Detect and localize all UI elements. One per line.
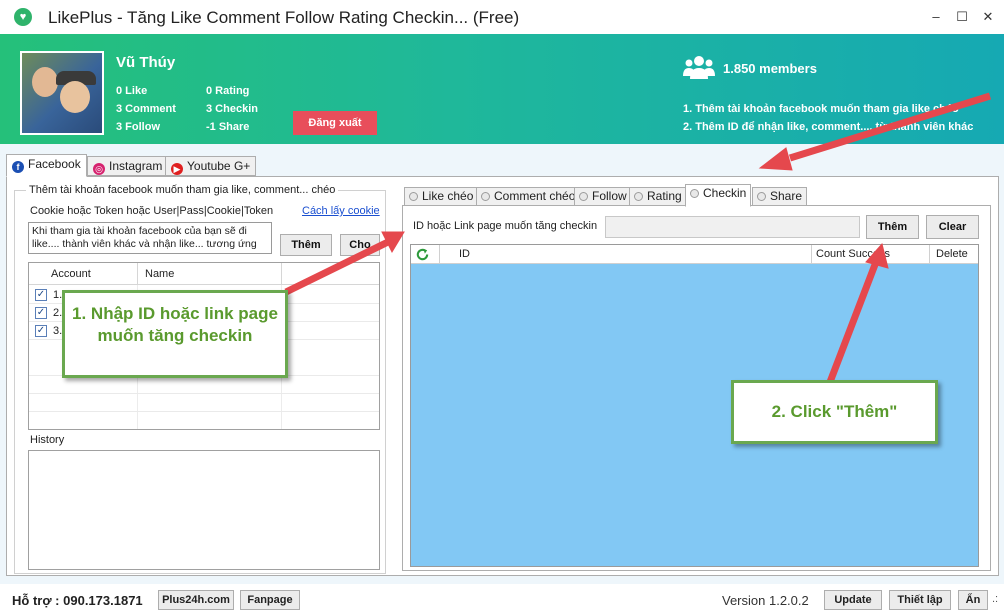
fanpage-button[interactable]: Fanpage bbox=[240, 590, 300, 610]
app-logo-icon: ♥ bbox=[14, 8, 32, 26]
history-label: History bbox=[30, 434, 65, 446]
share-count: -1 Share bbox=[206, 121, 250, 133]
checkin-count: 3 Checkin bbox=[206, 103, 258, 115]
row-checkbox[interactable]: ✓ bbox=[35, 289, 47, 301]
tab-facebook[interactable]: f Facebook bbox=[6, 154, 87, 177]
checkin-field-label: ID hoặc Link page muốn tăng checkin bbox=[413, 220, 598, 232]
close-button[interactable]: ✕ bbox=[976, 6, 1000, 28]
version-label: Version 1.2.0.2 bbox=[722, 593, 809, 608]
howto-cookie-link[interactable]: Cách lấy cookie bbox=[302, 205, 380, 217]
user-name: Vũ Thúy bbox=[116, 54, 176, 71]
youtube-icon: ▶ bbox=[171, 163, 183, 175]
rating-count: 0 Rating bbox=[206, 85, 250, 97]
tab-share[interactable]: Share bbox=[752, 187, 808, 206]
callout-step-2: 2. Click "Thêm" bbox=[731, 380, 938, 444]
banner-note-1: 1. Thêm tài khoản facebook muốn tham gia… bbox=[683, 103, 959, 115]
members-icon bbox=[683, 56, 715, 79]
tab-like-cheo[interactable]: Like chéo bbox=[404, 187, 479, 206]
add-checkin-button[interactable]: Thêm bbox=[866, 215, 919, 239]
hide-button[interactable]: Ẩn bbox=[958, 590, 988, 610]
row-checkbox[interactable]: ✓ bbox=[35, 325, 47, 337]
tab-checkin[interactable]: Checkin bbox=[685, 184, 752, 207]
cookie-token-input[interactable]: Khi tham gia tài khoản facebook của bạn … bbox=[28, 222, 272, 254]
logout-button[interactable]: Đăng xuất bbox=[293, 111, 377, 135]
row-checkbox[interactable]: ✓ bbox=[35, 307, 47, 319]
row-account: 3. bbox=[53, 325, 63, 337]
support-phone: Hỗ trợ : 090.173.1871 bbox=[12, 593, 143, 608]
tab-rating[interactable]: Rating bbox=[629, 187, 687, 206]
title-bar: ♥ LikePlus - Tăng Like Comment Follow Ra… bbox=[0, 0, 1004, 34]
minimize-button[interactable]: – bbox=[924, 6, 948, 28]
profile-banner: Vũ Thúy 0 Like 0 Rating 3 Comment 3 Chec… bbox=[0, 34, 1004, 144]
update-button[interactable]: Update bbox=[824, 590, 882, 610]
banner-note-2: 2. Thêm ID để nhận like, comment.... từ … bbox=[683, 121, 974, 133]
row-account: 1. bbox=[53, 289, 63, 301]
column-count-success: Count Success bbox=[816, 248, 890, 260]
facebook-icon: f bbox=[12, 161, 24, 173]
column-account: Account bbox=[51, 268, 91, 280]
clear-button[interactable]: Clear bbox=[926, 215, 979, 239]
resize-grip[interactable]: .: bbox=[992, 593, 998, 605]
row-account: 2. bbox=[53, 307, 63, 319]
refresh-icon[interactable] bbox=[415, 247, 430, 262]
add-account-button[interactable]: Thêm bbox=[280, 234, 332, 256]
instagram-icon: ◎ bbox=[93, 163, 105, 175]
account-group-title: Thêm tài khoản facebook muốn tham gia li… bbox=[26, 184, 339, 196]
settings-button[interactable]: Thiết lập bbox=[889, 590, 951, 610]
comment-count: 3 Comment bbox=[116, 103, 176, 115]
column-name: Name bbox=[145, 268, 175, 280]
column-id: ID bbox=[459, 248, 470, 260]
website-button[interactable]: Plus24h.com bbox=[158, 590, 234, 610]
tab-youtube-label: Youtube G+ bbox=[187, 159, 251, 173]
avatar bbox=[20, 51, 104, 135]
callout-step-1: 1. Nhập ID hoặc link page muốn tăng chec… bbox=[62, 290, 288, 378]
like-count: 0 Like bbox=[116, 85, 148, 97]
column-delete: Delete bbox=[936, 248, 968, 260]
members-count: 1.850 members bbox=[723, 61, 817, 76]
history-log[interactable] bbox=[28, 450, 380, 570]
tab-instagram-label: Instagram bbox=[109, 159, 163, 173]
cookie-field-label: Cookie hoặc Token hoặc User|Pass|Cookie|… bbox=[30, 205, 274, 217]
checkin-id-input[interactable] bbox=[605, 216, 860, 238]
tab-youtube[interactable]: ▶ Youtube G+ bbox=[165, 156, 257, 176]
checkin-table-header: ID Count Success Delete bbox=[411, 245, 978, 264]
account-table-header: Account Name bbox=[29, 263, 379, 285]
tab-comment-cheo[interactable]: Comment chéo bbox=[476, 187, 581, 206]
window-title: LikePlus - Tăng Like Comment Follow Rati… bbox=[48, 8, 520, 27]
tab-instagram[interactable]: ◎ Instagram bbox=[87, 156, 169, 176]
tab-facebook-label: Facebook bbox=[28, 157, 81, 171]
maximize-button[interactable]: ☐ bbox=[950, 6, 974, 28]
follow-count: 3 Follow bbox=[116, 121, 160, 133]
choose-button[interactable]: Chọ bbox=[340, 234, 380, 256]
tab-follow[interactable]: Follow bbox=[574, 187, 632, 206]
